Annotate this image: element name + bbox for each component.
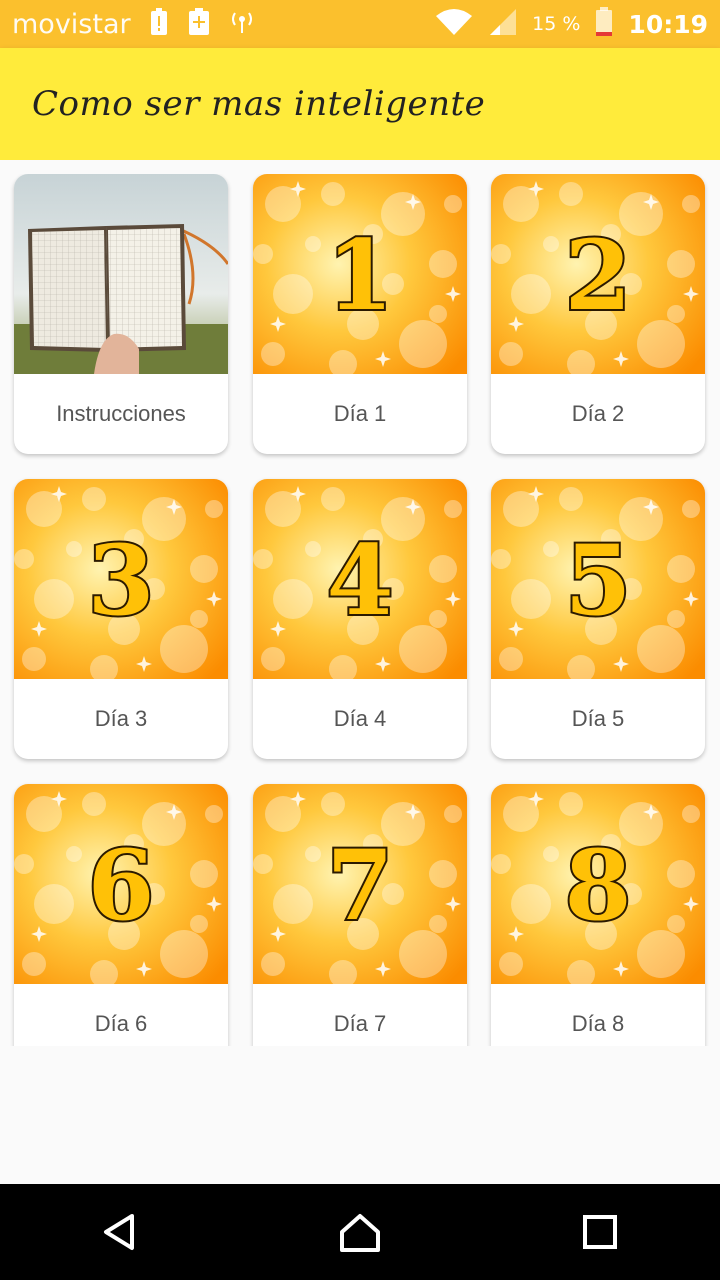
day-number-image: 4 — [253, 479, 467, 679]
golden-bokeh: 6 — [14, 784, 228, 984]
card-label: Día 6 — [94, 1011, 148, 1036]
day-number-image: 8 — [491, 784, 705, 984]
recents-button[interactable] — [560, 1192, 640, 1272]
notebook-image — [14, 174, 228, 374]
day-card-1[interactable]: 1 Día 1 — [253, 174, 467, 454]
back-button[interactable] — [80, 1192, 160, 1272]
battery-percent: 15 % — [532, 13, 581, 35]
instructions-card[interactable]: Instrucciones — [14, 174, 228, 454]
navigation-bar — [0, 1184, 720, 1280]
wifi-icon — [434, 7, 474, 41]
card-label: Día 2 — [571, 401, 625, 426]
day-card-4[interactable]: 4 Día 4 — [253, 479, 467, 759]
battery-icon — [594, 6, 614, 42]
day-card-7[interactable]: 7 Día 7 — [253, 784, 467, 1046]
day-number-image: 1 — [253, 174, 467, 374]
app-bar: Como ser mas inteligente — [0, 48, 720, 160]
day-card-2[interactable]: 2 Día 2 — [491, 174, 705, 454]
content-area[interactable]: Instrucciones 1 Día 1 2 Día 2 3 Día 3 4 … — [0, 160, 720, 1184]
day-number-image: 7 — [253, 784, 467, 984]
card-label: Día 5 — [571, 706, 625, 731]
notebook-photo — [14, 174, 228, 374]
svg-text:4: 4 — [327, 524, 394, 637]
clock: 10:19 — [628, 9, 708, 39]
cell-signal-icon — [488, 7, 518, 41]
carrier-name: movistar — [12, 8, 131, 40]
card-label: Instrucciones — [56, 401, 186, 426]
golden-bokeh: 1 — [253, 174, 467, 374]
app-title: Como ser mas inteligente — [32, 84, 486, 124]
day-number-image: 3 — [14, 479, 228, 679]
day-card-3[interactable]: 3 Día 3 — [14, 479, 228, 759]
golden-bokeh: 3 — [14, 479, 228, 679]
day-number-image: 6 — [14, 784, 228, 984]
card-label: Día 8 — [571, 1011, 625, 1036]
home-icon — [340, 1214, 380, 1252]
golden-bokeh: 7 — [253, 784, 467, 984]
alert-battery-icon — [149, 7, 169, 41]
svg-text:3: 3 — [88, 524, 155, 637]
svg-text:7: 7 — [327, 829, 394, 942]
day-card-5[interactable]: 5 Día 5 — [491, 479, 705, 759]
card-label: Día 7 — [333, 1011, 387, 1036]
back-icon — [104, 1214, 134, 1250]
radio-signal-icon — [229, 9, 255, 39]
day-number-image: 2 — [491, 174, 705, 374]
golden-bokeh: 2 — [491, 174, 705, 374]
card-label: Día 1 — [333, 401, 387, 426]
golden-bokeh: 4 — [253, 479, 467, 679]
recents-icon — [583, 1215, 617, 1249]
day-number-image: 5 — [491, 479, 705, 679]
svg-text:6: 6 — [88, 829, 155, 942]
svg-text:1: 1 — [327, 219, 394, 332]
home-button[interactable] — [320, 1192, 400, 1272]
battery-plus-icon — [187, 7, 211, 41]
day-card-6[interactable]: 6 Día 6 — [14, 784, 228, 1046]
day-card-8[interactable]: 8 Día 8 — [491, 784, 705, 1046]
svg-text:5: 5 — [565, 524, 632, 637]
svg-text:2: 2 — [565, 219, 632, 332]
card-label: Día 3 — [94, 706, 148, 731]
svg-text:8: 8 — [565, 829, 632, 942]
card-label: Día 4 — [333, 706, 387, 731]
status-bar: movistar 15 % 10:19 — [0, 0, 720, 48]
day-grid: Instrucciones 1 Día 1 2 Día 2 3 Día 3 4 … — [0, 174, 720, 1046]
golden-bokeh: 8 — [491, 784, 705, 984]
golden-bokeh: 5 — [491, 479, 705, 679]
